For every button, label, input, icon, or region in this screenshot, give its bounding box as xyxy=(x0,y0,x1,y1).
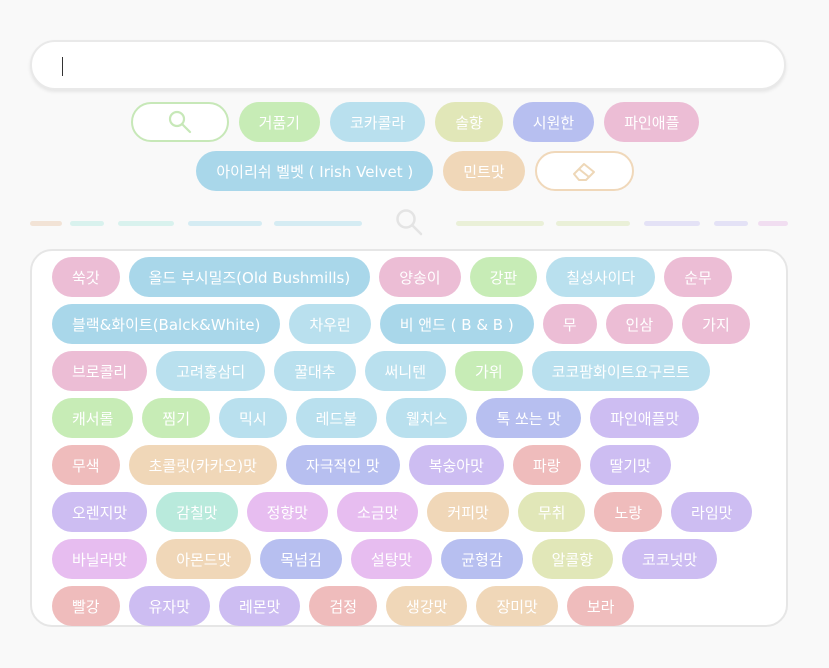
text-cursor xyxy=(62,57,63,76)
tag-chip[interactable]: 보라 xyxy=(566,586,635,626)
tag-chip[interactable]: 노랑 xyxy=(594,492,663,532)
divider-segment xyxy=(274,221,362,226)
tag-chip[interactable]: 차우린 xyxy=(289,304,371,344)
tag-chip[interactable]: 장미맛 xyxy=(476,586,558,626)
tag-chip[interactable]: 오렌지맛 xyxy=(52,492,148,532)
selected-tag[interactable]: 아이리쉬 벨벳 ( Irish Velvet ) xyxy=(196,151,434,191)
tag-chip[interactable]: 가위 xyxy=(455,351,523,391)
selected-tag[interactable]: 코카콜라 xyxy=(329,102,426,142)
tag-chip[interactable]: 균형감 xyxy=(441,539,523,579)
divider-segment xyxy=(758,221,788,226)
tag-chip[interactable]: 파랑 xyxy=(512,445,581,485)
tag-chip[interactable]: 무 xyxy=(542,304,597,344)
tag-chip[interactable]: 감칠맛 xyxy=(156,492,238,532)
divider-segment xyxy=(456,221,544,226)
tag-chip[interactable]: 무취 xyxy=(517,492,586,532)
tag-chip[interactable]: 고려홍삼디 xyxy=(156,351,266,391)
search-input[interactable] xyxy=(30,40,786,90)
tag-chip[interactable]: 커피맛 xyxy=(427,492,509,532)
selected-tag[interactable]: 파인애플 xyxy=(604,102,700,142)
tag-chip[interactable]: 강판 xyxy=(469,257,538,297)
tag-chip[interactable]: 레드불 xyxy=(295,398,378,438)
tag-chip[interactable]: 자극적인 맛 xyxy=(285,445,400,485)
section-divider xyxy=(30,205,788,239)
tag-chip[interactable]: 초콜릿(카카오)맛 xyxy=(128,445,277,485)
tag-chip[interactable]: 생강맛 xyxy=(386,586,468,626)
divider-segment xyxy=(556,221,630,226)
tag-list-panel: 쑥갓 올드 부시밀즈(Old Bushmills) 양송이 강판 칠성사이다 순무블랙&화… xyxy=(30,249,788,627)
tag-chip[interactable]: 양송이 xyxy=(379,257,461,297)
tag-chip[interactable]: 빨강 xyxy=(52,586,120,626)
tag-chip[interactable]: 비 앤드 ( B & B ) xyxy=(379,304,534,344)
tag-chip[interactable]: 순무 xyxy=(664,257,732,297)
tag-chip[interactable]: 검정 xyxy=(309,586,378,626)
tag-chip[interactable]: 써니텐 xyxy=(364,351,447,391)
tag-list: 쑥갓 올드 부시밀즈(Old Bushmills) 양송이 강판 칠성사이다 순무블랙&화… xyxy=(52,257,766,626)
tag-chip[interactable]: 소금맛 xyxy=(337,492,419,532)
search-icon xyxy=(168,110,191,134)
tag-chip[interactable]: 설탕맛 xyxy=(350,539,433,579)
tag-chip[interactable]: 톡 쏘는 맛 xyxy=(476,398,582,438)
selected-tag[interactable]: 솔향 xyxy=(435,102,503,142)
tag-chip[interactable]: 올드 부시밀즈(Old Bushmills) xyxy=(128,257,371,297)
tag-chip[interactable]: 유자맛 xyxy=(128,586,211,626)
tag-chip[interactable]: 목넘김 xyxy=(260,539,342,579)
divider-segment xyxy=(118,221,174,226)
tag-chip[interactable]: 아몬드맛 xyxy=(156,539,252,579)
tag-chip[interactable]: 알콜향 xyxy=(531,539,614,579)
tag-chip[interactable]: 가지 xyxy=(682,304,750,344)
tag-chip[interactable]: 인삼 xyxy=(605,304,674,344)
divider-segment xyxy=(30,221,62,226)
tag-chip[interactable]: 쑥갓 xyxy=(52,257,120,297)
tag-chip[interactable]: 캐서롤 xyxy=(52,398,134,438)
tag-chip[interactable]: 바닐라맛 xyxy=(52,539,148,579)
tag-chip[interactable]: 코코팜화이트요구르트 xyxy=(531,351,710,391)
tag-chip[interactable]: 파인애플맛 xyxy=(590,398,700,438)
tag-chip[interactable]: 딸기맛 xyxy=(589,445,671,485)
tag-chip[interactable]: 웰치스 xyxy=(386,398,468,438)
divider-segment xyxy=(70,221,104,226)
search-button[interactable] xyxy=(130,102,229,142)
tag-chip[interactable]: 레몬맛 xyxy=(219,586,301,626)
eraser-icon xyxy=(573,163,596,181)
tag-chip[interactable]: 라임맛 xyxy=(671,492,753,532)
tag-chip[interactable]: 브로콜리 xyxy=(52,351,148,391)
tag-chip[interactable]: 무색 xyxy=(52,445,120,485)
selected-tag[interactable]: 민트맛 xyxy=(443,151,525,191)
tag-chip[interactable]: 블랙&화이트(Balck&White) xyxy=(52,304,281,344)
divider-segment xyxy=(714,221,748,226)
search-icon xyxy=(396,209,423,236)
tag-chip[interactable]: 복숭아맛 xyxy=(408,445,504,485)
tag-chip[interactable]: 코코넛맛 xyxy=(622,539,718,579)
selected-tag[interactable]: 시원한 xyxy=(512,102,595,142)
tag-chip[interactable]: 찜기 xyxy=(142,398,211,438)
selected-tags: 거품기 코카콜라 솔향 시원한 파인애플아이리쉬 벨벳 ( Irish Velvet )… xyxy=(100,102,730,191)
selected-tag[interactable]: 거품기 xyxy=(238,102,320,142)
divider-segment xyxy=(188,221,262,226)
tag-chip[interactable]: 정향맛 xyxy=(246,492,329,532)
tag-chip[interactable]: 꿀대추 xyxy=(274,351,356,391)
tag-chip[interactable]: 믹시 xyxy=(219,398,287,438)
clear-button[interactable] xyxy=(534,151,634,191)
tag-chip[interactable]: 칠성사이다 xyxy=(546,257,656,297)
divider-segment xyxy=(644,221,700,226)
